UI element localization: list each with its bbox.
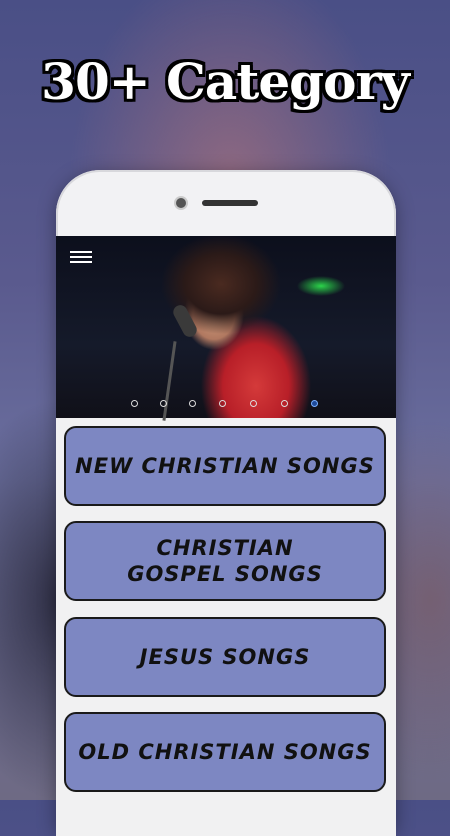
slider-dot-active[interactable]: [311, 400, 318, 407]
slider-dot[interactable]: [131, 400, 138, 407]
camera-icon: [176, 198, 186, 208]
category-button-christian-gospel-songs[interactable]: CHRISTIAN GOSPEL SONGS: [64, 521, 386, 601]
slider-dot[interactable]: [250, 400, 257, 407]
category-button-new-christian-songs[interactable]: NEW CHRISTIAN SONGS: [64, 426, 386, 506]
category-label: OLD CHRISTIAN SONGS: [78, 740, 372, 764]
category-label: CHRISTIAN GOSPEL SONGS: [127, 536, 323, 586]
category-label: JESUS SONGS: [139, 645, 311, 669]
slider-dot[interactable]: [189, 400, 196, 407]
slider-indicator: [56, 400, 396, 412]
category-label: NEW CHRISTIAN SONGS: [75, 454, 375, 478]
phone-frame: NEW CHRISTIAN SONGS CHRISTIAN GOSPEL SON…: [56, 170, 396, 836]
hamburger-menu-icon[interactable]: [70, 248, 92, 266]
slider-dot[interactable]: [281, 400, 288, 407]
slider-dot[interactable]: [160, 400, 167, 407]
app-screen: NEW CHRISTIAN SONGS CHRISTIAN GOSPEL SON…: [56, 236, 396, 836]
slider-dot[interactable]: [219, 400, 226, 407]
category-button-old-christian-songs[interactable]: OLD CHRISTIAN SONGS: [64, 712, 386, 792]
category-button-jesus-songs[interactable]: JESUS SONGS: [64, 617, 386, 697]
headline: 30+ Category: [41, 52, 410, 111]
banner-image[interactable]: [56, 236, 396, 421]
microphone: [170, 302, 200, 340]
speaker-grille: [202, 200, 258, 206]
